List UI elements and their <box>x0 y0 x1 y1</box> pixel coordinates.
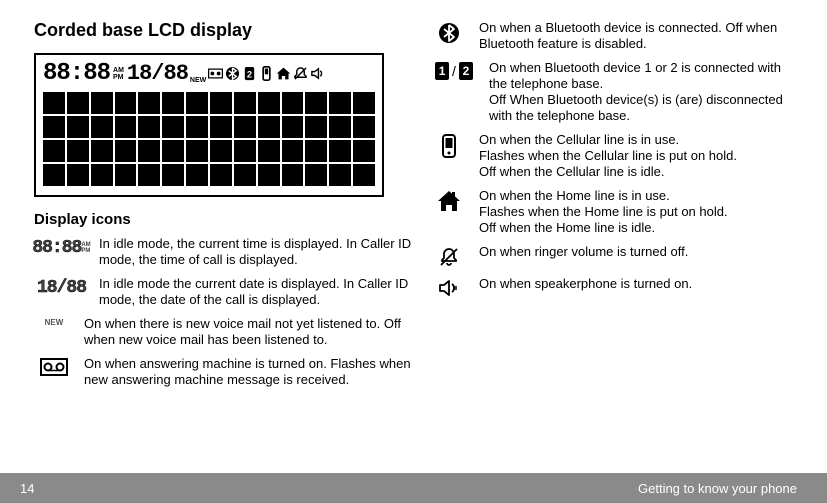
badge-1-icon: 1 <box>435 62 449 80</box>
icon-entry-badges: 1 / 2 On when Bluetooth device 1 or 2 is… <box>429 60 797 124</box>
time-desc: In idle mode, the current time is displa… <box>99 236 414 268</box>
svg-text:2: 2 <box>247 69 252 79</box>
home-desc: On when the Home line is in use. Flashes… <box>479 188 728 236</box>
lcd-time: 88:88 <box>43 60 110 87</box>
new-desc: On when there is new voice mail not yet … <box>84 316 414 348</box>
icon-entry-cell: On when the Cellular line is in use. Fla… <box>429 132 797 180</box>
date-desc: In idle mode the current date is display… <box>99 276 414 308</box>
bluetooth-icon <box>225 66 240 81</box>
icon-entry-ringeroff: On when ringer volume is turned off. <box>429 244 797 268</box>
icon-entry-new: NEW On when there is new voice mail not … <box>34 316 414 348</box>
badge-slash: / <box>452 63 456 79</box>
ringer-off-icon <box>438 246 460 268</box>
section-heading: Display icons <box>34 211 414 228</box>
bluetooth-desc: On when a Bluetooth device is connected.… <box>479 20 797 52</box>
speaker-desc: On when speakerphone is turned on. <box>479 276 692 292</box>
bluetooth-icon <box>438 22 460 44</box>
icon-entry-tape: On when answering machine is turned on. … <box>34 356 414 388</box>
tape-icon <box>208 66 223 81</box>
badges-desc: On when Bluetooth device 1 or 2 is conne… <box>489 60 797 124</box>
icon-entry-speaker: On when speakerphone is turned on. <box>429 276 797 298</box>
speaker-icon <box>438 278 460 298</box>
icon-entry-home: On when the Home line is in use. Flashes… <box>429 188 797 236</box>
icon-entry-bluetooth: On when a Bluetooth device is connected.… <box>429 20 797 52</box>
speaker-icon <box>310 66 325 81</box>
home-icon <box>437 190 461 212</box>
lcd-new-label: NEW <box>190 77 206 84</box>
page-number: 14 <box>20 481 34 496</box>
time-icon: 88:88 <box>32 238 81 258</box>
date-icon: 18/88 <box>37 278 86 298</box>
badge-icon: 2 <box>242 66 257 81</box>
cell-icon <box>441 134 457 158</box>
tape-desc: On when answering machine is turned on. … <box>84 356 414 388</box>
lcd-date: 18/88 <box>127 61 188 86</box>
badge-2-icon: 2 <box>459 62 473 80</box>
footer: 14 Getting to know your phone <box>0 473 827 503</box>
new-icon: NEW <box>45 318 64 327</box>
icon-entry-time: 88:88AMPM In idle mode, the current time… <box>34 236 414 268</box>
icon-entry-date: 18/88 In idle mode the current date is d… <box>34 276 414 308</box>
ringer-off-icon <box>293 66 308 81</box>
home-icon <box>276 66 291 81</box>
lcd-ampm: AM PM <box>113 67 124 81</box>
ringeroff-desc: On when ringer volume is turned off. <box>479 244 688 260</box>
tape-icon <box>40 358 68 376</box>
cell-icon <box>259 66 274 81</box>
page-title: Corded base LCD display <box>34 20 414 41</box>
lcd-display: 88:88 AM PM 18/88 NEW 2 <box>34 53 384 197</box>
footer-section: Getting to know your phone <box>638 481 797 496</box>
cell-desc: On when the Cellular line is in use. Fla… <box>479 132 737 180</box>
